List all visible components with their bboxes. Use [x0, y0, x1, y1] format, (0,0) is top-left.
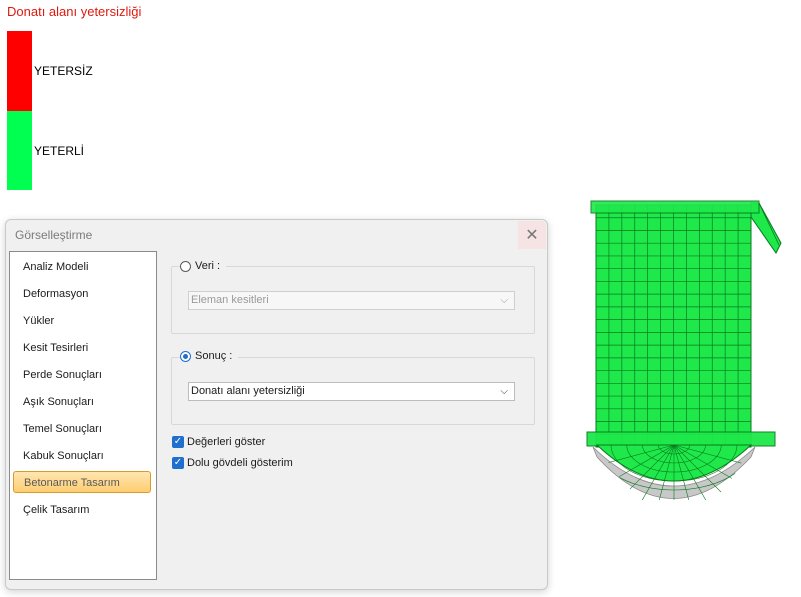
sonuc-label: Sonuç : [195, 350, 233, 362]
nav-list: Analiz Modeli Deformasyon Yükler Kesit T… [9, 251, 157, 580]
nav-item-yukler[interactable]: Yükler [13, 310, 151, 332]
nav-item-asik-sonuclari[interactable]: Aşık Sonuçları [13, 391, 151, 413]
veri-combo-value: Eleman kesitleri [191, 294, 269, 306]
dolu-govdeli-label: Dolu gövdeli gösterim [187, 457, 293, 469]
legend-label-yeterli: YETERLİ [34, 144, 85, 158]
legend-label-yetersiz: YETERSİZ [34, 64, 93, 78]
structural-model-view[interactable] [583, 195, 799, 500]
radio-unchecked-icon [180, 260, 191, 272]
checkmark-icon: ✓ [172, 436, 184, 448]
nav-item-kabuk-sonuclari[interactable]: Kabuk Sonuçları [13, 445, 151, 467]
veri-radio[interactable]: Veri : [180, 260, 227, 272]
gorsellestirme-dialog: Görselleştirme ✕ Analiz Modeli Deformasy… [5, 219, 548, 590]
veri-label: Veri : [195, 260, 221, 272]
dolu-govdeli-checkbox[interactable]: ✓ Dolu gövdeli gösterim [172, 457, 293, 469]
model-wall [595, 204, 752, 448]
nav-item-celik-tasarim[interactable]: Çelik Tasarım [13, 499, 151, 521]
degerleri-goster-checkbox[interactable]: ✓ Değerleri göster [172, 436, 265, 448]
legend-title: Donatı alanı yetersizliği [7, 4, 142, 19]
nav-item-temel-sonuclari[interactable]: Temel Sonuçları [13, 418, 151, 440]
nav-item-betonarme-tasarim[interactable]: Betonarme Tasarım [13, 471, 151, 493]
legend-swatch-yeterli [7, 111, 32, 190]
nav-item-deformasyon[interactable]: Deformasyon [13, 283, 151, 305]
nav-item-analiz-modeli[interactable]: Analiz Modeli [13, 256, 151, 278]
nav-item-kesit-tesirleri[interactable]: Kesit Tesirleri [13, 337, 151, 359]
sonuc-combo-value: Donatı alanı yetersizliği [191, 385, 305, 397]
chevron-down-icon: ⌵ [500, 386, 508, 397]
radio-checked-icon [180, 350, 191, 362]
legend-swatch-yetersiz [7, 31, 32, 111]
dialog-title: Görselleştirme [15, 228, 93, 242]
sonuc-combo[interactable]: Donatı alanı yetersizliği ⌵ [188, 382, 515, 401]
veri-combo[interactable]: Eleman kesitleri ⌵ [188, 291, 515, 310]
nav-item-perde-sonuclari[interactable]: Perde Sonuçları [13, 364, 151, 386]
close-icon: ✕ [525, 227, 539, 244]
chevron-down-icon: ⌵ [500, 295, 508, 306]
degerleri-goster-label: Değerleri göster [187, 436, 266, 448]
close-button[interactable]: ✕ [518, 221, 546, 249]
sonuc-radio[interactable]: Sonuç : [180, 350, 239, 362]
checkmark-icon: ✓ [172, 457, 184, 469]
